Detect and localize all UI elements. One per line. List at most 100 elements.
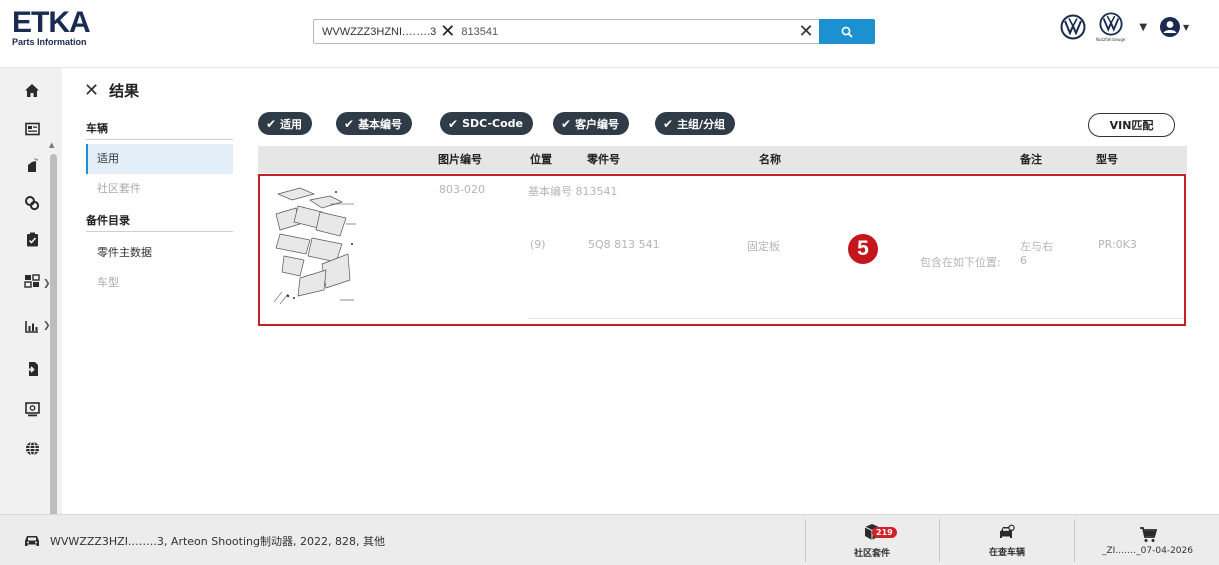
brand-switcher: Nutzfahrzeuge ▼ ▼ xyxy=(1060,12,1189,42)
vehicle-id-icon[interactable] xyxy=(22,119,42,139)
vin-chip: WVWZZZ3HZNI.…….3 xyxy=(322,25,437,38)
results-header: ✕ 结果 xyxy=(84,80,139,101)
table-row[interactable]: 803-020 基本编号 813541 (9) 5Q8 813 541 固定板 … xyxy=(258,174,1186,326)
rail-scroll-up-icon[interactable]: ▲ xyxy=(49,141,54,149)
cell-remark: 左与右 xyxy=(1020,240,1053,253)
vw-commercial-logo-icon xyxy=(1099,12,1123,36)
community-kit-count: 219 xyxy=(872,526,897,538)
col-part-no[interactable]: 零件号 xyxy=(587,146,620,173)
globe-icon[interactable] xyxy=(22,438,42,458)
import-file-icon[interactable] xyxy=(22,359,42,379)
app-header: ETKA Parts Information WVWZZZ3HZNI.…….3 … xyxy=(0,0,1219,68)
row-divider xyxy=(528,318,1184,319)
vehicle-summary: WVWZZZ3HZI.…….3, Arteon Shooting制动器, 202… xyxy=(50,534,385,548)
report-submenu-icon[interactable]: ❯ xyxy=(43,321,51,331)
results-nav: ✕ 结果 车辆 适用 社区套件 备件目录 零件主数据 车型 xyxy=(62,68,240,514)
cell-basic-no: 基本编号 813541 xyxy=(528,185,618,198)
status-divider xyxy=(1074,519,1075,562)
cell-name: 固定板 xyxy=(747,240,780,253)
check-icon: ✔ xyxy=(448,116,459,131)
community-kit-icon-wrap: 219 xyxy=(852,523,897,543)
nav-divider xyxy=(86,139,233,140)
nav-section-vehicle: 车辆 xyxy=(86,122,108,135)
diagnosis-icon[interactable] xyxy=(22,271,42,291)
vehicle-search-icon xyxy=(1000,524,1015,538)
community-kit-label: 社区套件 xyxy=(853,548,890,559)
nav-item-applicable[interactable]: 适用 xyxy=(86,144,233,174)
logo-subtitle: Parts Information xyxy=(12,37,87,47)
filter-chip-basic-number[interactable]: ✔ 基本编号 xyxy=(336,112,413,135)
parts-icon[interactable] xyxy=(22,155,42,175)
logo-title: ETKA xyxy=(12,6,91,39)
report-chart-icon[interactable] xyxy=(22,316,42,336)
user-caret-icon: ▼ xyxy=(1183,22,1190,32)
search-button[interactable] xyxy=(819,19,875,44)
etka-logo[interactable]: ETKA Parts Information xyxy=(12,6,91,48)
cell-model: PR:0K3 xyxy=(1098,238,1137,251)
vin-match-button[interactable]: VIN匹配 xyxy=(1088,113,1175,137)
results-table-header: 图片编号 位置 零件号 名称 备注 型号 xyxy=(258,146,1187,173)
cell-part-no[interactable]: 5Q8 813 541 xyxy=(588,238,660,251)
nav-item-model[interactable]: 车型 xyxy=(86,268,233,298)
filter-chip-customer-number[interactable]: ✔ 客户编号 xyxy=(553,112,630,135)
rail-scrollbar[interactable] xyxy=(50,154,57,554)
shopping-cart-button[interactable]: _ZI.……_07-04-2026 xyxy=(1085,515,1210,565)
col-model[interactable]: 型号 xyxy=(1096,146,1118,173)
cell-position: (9) xyxy=(530,238,546,251)
col-remark[interactable]: 备注 xyxy=(1020,146,1042,173)
status-bar: WVWZZZ3HZI.…….3, Arteon Shooting制动器, 202… xyxy=(0,514,1219,565)
vw-commercial-logo[interactable]: Nutzfahrzeuge xyxy=(1096,12,1125,42)
filter-chip-label: SDC-Code xyxy=(462,117,523,130)
check-icon: ✔ xyxy=(344,116,355,131)
filter-chip-applicable[interactable]: ✔ 适用 xyxy=(258,112,313,135)
monitor-search-icon[interactable] xyxy=(22,399,42,419)
col-name[interactable]: 名称 xyxy=(759,146,781,173)
diagnosis-submenu-icon[interactable]: ❯ xyxy=(43,279,51,289)
clipboard-icon[interactable] xyxy=(22,229,42,249)
part-illustration-thumbnail[interactable] xyxy=(270,184,358,308)
icon-rail: ▲ ❯ ❯ » ▼ xyxy=(0,68,62,554)
filter-chip-sdc-code[interactable]: ✔ SDC-Code xyxy=(440,112,533,135)
shopping-cart-icon xyxy=(1139,526,1157,542)
car-icon xyxy=(24,534,40,547)
vin-clear-icon[interactable]: ✕ xyxy=(440,22,455,41)
search-bar: WVWZZZ3HZNI.…….3 ✕ 813541 ✕ xyxy=(313,19,875,44)
vw-logo-icon[interactable] xyxy=(1060,14,1086,40)
check-icon: ✔ xyxy=(266,116,277,131)
annotation-badge: 5 xyxy=(848,234,878,264)
current-vehicle-info[interactable]: WVWZZZ3HZI.…….3, Arteon Shooting制动器, 202… xyxy=(24,515,385,565)
results-title: 结果 xyxy=(109,82,140,100)
search-icon xyxy=(841,26,853,38)
community-kit-button[interactable]: 219 社区套件 xyxy=(820,515,924,565)
vehicle-check-button[interactable]: 在查车辆 xyxy=(955,515,1059,565)
nav-item-community-kit[interactable]: 社区套件 xyxy=(86,174,233,204)
col-picture-no[interactable]: 图片编号 xyxy=(438,146,482,173)
search-input[interactable]: 813541 xyxy=(461,26,795,38)
filter-chip-label: 适用 xyxy=(280,117,303,131)
close-results-icon[interactable]: ✕ xyxy=(84,81,99,100)
check-icon: ✔ xyxy=(663,116,674,131)
vehicle-check-label: 在查车辆 xyxy=(988,547,1025,558)
status-divider xyxy=(805,519,806,562)
check-icon: ✔ xyxy=(561,116,572,131)
cell-remark-count: 6 xyxy=(1020,254,1027,267)
filter-chip-main-group[interactable]: ✔ 主组/分组 xyxy=(655,112,736,135)
order-reference: _ZI.……_07-04-2026 xyxy=(1102,545,1193,556)
cell-contains-label: 包含在如下位置: xyxy=(920,256,1001,269)
home-icon[interactable] xyxy=(22,80,42,100)
nav-section-catalog: 备件目录 xyxy=(86,214,130,227)
search-clear-icon[interactable]: ✕ xyxy=(795,22,817,41)
cell-picture-no: 803-020 xyxy=(439,183,485,196)
filter-chip-label: 主组/分组 xyxy=(677,117,726,131)
brand-label: Nutzfahrzeuge xyxy=(1096,37,1126,42)
user-icon xyxy=(1160,17,1181,37)
col-position[interactable]: 位置 xyxy=(530,146,552,173)
nav-divider xyxy=(86,231,233,232)
filter-chip-label: 基本编号 xyxy=(358,117,403,131)
brand-caret-icon[interactable]: ▼ xyxy=(1139,22,1147,33)
service-icon[interactable] xyxy=(22,193,42,213)
status-divider xyxy=(939,519,940,562)
user-menu[interactable]: ▼ xyxy=(1159,16,1189,38)
filter-chip-label: 客户编号 xyxy=(575,117,620,131)
nav-item-part-master-data[interactable]: 零件主数据 xyxy=(86,238,233,268)
